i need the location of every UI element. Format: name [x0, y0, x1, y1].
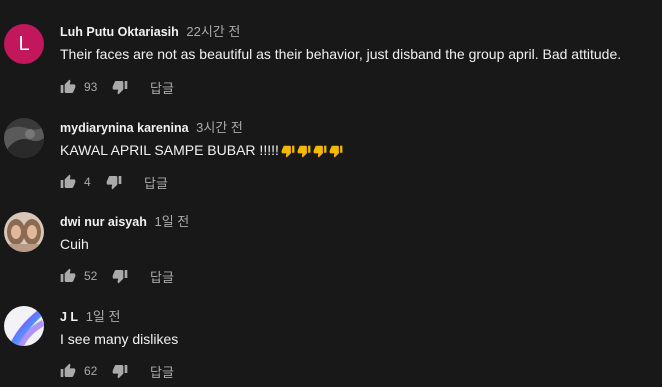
- comment-author[interactable]: J L: [60, 310, 78, 324]
- thumbs-down-emoji-icon: [329, 145, 343, 158]
- comment-item: mydiarynina karenina 3시간 전 KAWAL APRIL S…: [0, 94, 662, 191]
- comment-header: mydiarynina karenina 3시간 전: [60, 120, 243, 136]
- thumbs-down-emoji-icon: [281, 145, 295, 158]
- comment-item: L Luh Putu Oktariasih 22시간 전 Their faces…: [0, 0, 662, 96]
- avatar[interactable]: [4, 212, 44, 252]
- comment-text-content: KAWAL APRIL SAMPE BUBAR !!!!!: [60, 142, 279, 158]
- like-icon[interactable]: [60, 363, 76, 379]
- reply-button[interactable]: 답글: [150, 362, 174, 381]
- comment-text: Their faces are not as beautiful as thei…: [60, 46, 622, 62]
- comment-time[interactable]: 1일 전: [154, 214, 189, 229]
- comment-actions: 62 답글: [60, 361, 174, 381]
- like-count: 52: [84, 269, 98, 283]
- thumbs-down-emoji-icon: [313, 145, 327, 158]
- avatar-image: [4, 306, 44, 346]
- avatar[interactable]: L: [4, 24, 44, 64]
- avatar-letter: L: [4, 24, 44, 64]
- comment-time[interactable]: 3시간 전: [196, 120, 243, 135]
- like-count: 93: [84, 80, 98, 94]
- avatar-image: [4, 212, 44, 252]
- comment-header: dwi nur aisyah 1일 전: [60, 214, 189, 230]
- comment-text: Cuih: [60, 236, 89, 252]
- comment-text: KAWAL APRIL SAMPE BUBAR !!!!!: [60, 140, 345, 163]
- avatar[interactable]: [4, 306, 44, 346]
- avatar-image: [4, 118, 44, 158]
- comment-time[interactable]: 22시간 전: [186, 24, 240, 39]
- like-count: 62: [84, 364, 98, 378]
- emoji-group: [281, 143, 345, 163]
- comment-author[interactable]: mydiarynina karenina: [60, 121, 189, 135]
- comment-author[interactable]: dwi nur aisyah: [60, 215, 147, 229]
- like-icon[interactable]: [60, 79, 76, 95]
- comment-header: J L 1일 전: [60, 309, 120, 325]
- comment-header: Luh Putu Oktariasih 22시간 전: [60, 24, 240, 40]
- comment-time[interactable]: 1일 전: [86, 309, 121, 324]
- comment-text: I see many dislikes: [60, 331, 179, 347]
- comment-item: dwi nur aisyah 1일 전 Cuih 52 답글: [0, 188, 662, 285]
- like-count: 4: [84, 175, 91, 189]
- avatar[interactable]: [4, 118, 44, 158]
- comment-item: J L 1일 전 I see many dislikes 62 답글: [0, 282, 662, 380]
- thumbs-down-emoji-icon: [297, 145, 311, 158]
- dislike-icon[interactable]: [112, 363, 128, 379]
- dislike-icon[interactable]: [112, 79, 128, 95]
- comment-author[interactable]: Luh Putu Oktariasih: [60, 25, 179, 39]
